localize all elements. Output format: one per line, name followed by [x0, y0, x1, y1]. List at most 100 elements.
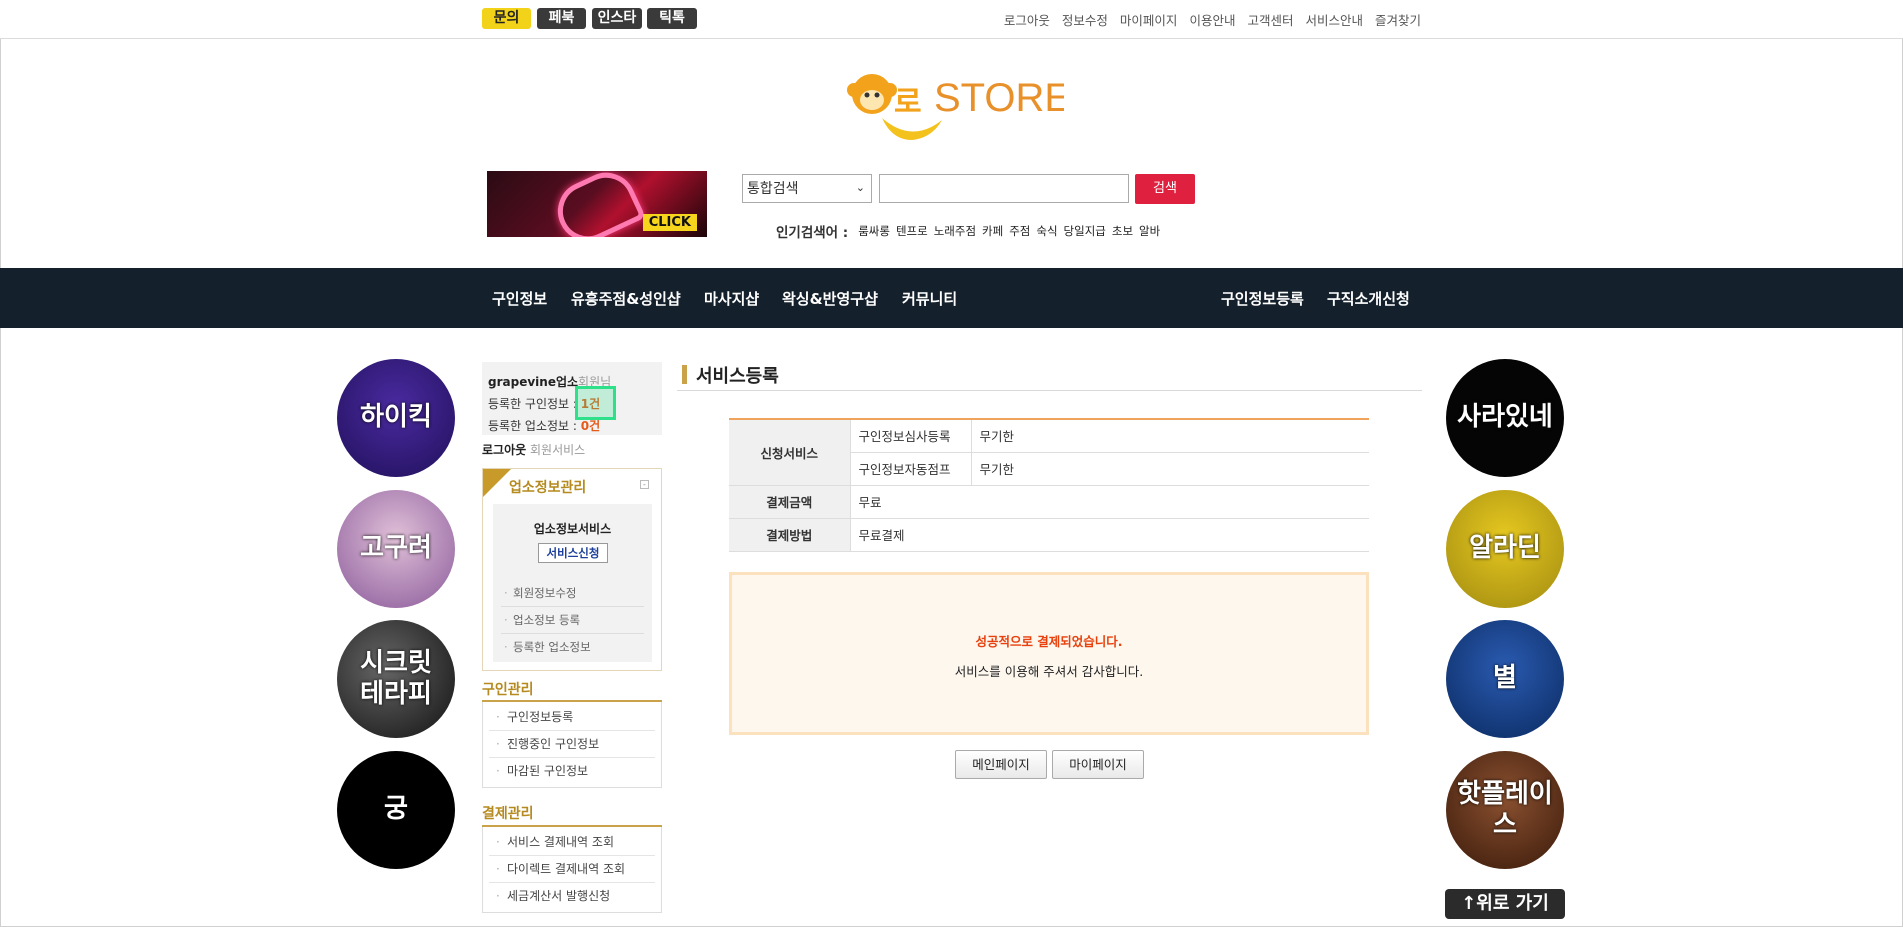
ad-circle-hotplace[interactable]: 핫플레이스 [1446, 751, 1564, 869]
nav-massage[interactable]: 마사지샵 [704, 288, 759, 309]
search-input[interactable] [879, 174, 1129, 203]
inquiry-button[interactable]: 문의 [482, 8, 531, 29]
guide-link[interactable]: 이용안내 [1189, 10, 1235, 29]
table-row: 결제방법 무료결제 [729, 518, 1369, 552]
method-label: 결제방법 [729, 518, 850, 552]
job-section-list: 구인정보등록 진행중인 구인정보 마감된 구인정보 [482, 702, 662, 788]
ad-circle-goguryeo[interactable]: 고구려 [337, 490, 455, 608]
biz-menu-item[interactable]: 업소정보 등록 [501, 607, 644, 634]
service-label: 신청서비스 [729, 419, 850, 486]
search-category-value: 통합검색 [747, 181, 799, 197]
biz-menu-item[interactable]: 회원정보수정 [501, 580, 644, 607]
ad-circle-hikick[interactable]: 하이킥 [337, 359, 455, 477]
my-page-button[interactable]: 마이페이지 [1052, 750, 1144, 779]
popular-keywords: 인기검색어 : 룸싸롱 텐프로 노래주점 카페 주점 숙식 당일지급 초보 알바 [776, 221, 1160, 241]
site-logo[interactable]: 로 STORE [842, 68, 1071, 144]
top-bar: 문의 페북 인스타 틱톡 로그아웃 정보수정 마이페이지 이용안내 고객센터 서… [0, 0, 1903, 39]
facebook-button[interactable]: 페북 [537, 8, 586, 29]
nav-register-job[interactable]: 구인정보등록 [1221, 288, 1304, 309]
bookmark-link[interactable]: 즐겨찾기 [1375, 10, 1421, 29]
corner-decoration [483, 469, 511, 497]
biz-menu-item[interactable]: 등록한 업소정보 [501, 634, 644, 661]
tiktok-button[interactable]: 틱톡 [647, 8, 697, 29]
service-name: 구인정보자동점프 [849, 452, 972, 486]
member-service-link[interactable]: 회원서비스 [530, 443, 585, 457]
biz-panel-title: 업소정보관리 [509, 480, 587, 496]
logout-link[interactable]: 로그아웃 [1004, 10, 1050, 29]
method-value: 무료결제 [849, 518, 1369, 552]
logo-text: STORE [934, 76, 1064, 120]
success-message: 성공적으로 결제되었습니다. [975, 634, 1123, 649]
chevron-down-icon: ⌄ [855, 181, 865, 194]
ad-circle-label: 사라있네 [1457, 402, 1553, 433]
nav-bars[interactable]: 유흥주점&성인샵 [571, 288, 681, 309]
member-name: grapevine업소 [488, 375, 579, 389]
service-apply-button[interactable]: 서비스신청 [538, 543, 608, 563]
mypage-link[interactable]: 마이페이지 [1120, 10, 1178, 29]
main-nav: 구인정보 유흥주점&성인샵 마사지샵 왁싱&반영구샵 커뮤니티 구인정보등록 구… [0, 268, 1903, 328]
biz-info-panel: 업소정보관리 - 업소정보서비스 서비스신청 회원정보수정 업소정보 등록 등록… [482, 468, 662, 671]
search-category-select[interactable]: 통합검색 ⌄ [742, 174, 872, 203]
table-row: 신청서비스 구인정보심사등록 무기한 [729, 419, 1369, 486]
service-period: 무기한 [971, 452, 1369, 486]
customer-center-link[interactable]: 고객센터 [1247, 10, 1293, 29]
keyword[interactable]: 노래주점 [934, 223, 976, 239]
result-message-box: 성공적으로 결제되었습니다. 서비스를 이용해 주셔서 감사합니다. [729, 572, 1369, 735]
main-page-button[interactable]: 메인페이지 [955, 750, 1047, 779]
thanks-message: 서비스를 이용해 주셔서 감사합니다. [954, 664, 1144, 679]
ad-circle-label: 하이킥 [360, 402, 432, 433]
jobs-label: 등록한 구인정보 : [488, 397, 577, 411]
service-period: 무기한 [971, 419, 1369, 453]
amount-value: 무료 [849, 485, 1369, 519]
job-menu-item[interactable]: 진행중인 구인정보 [489, 731, 655, 758]
highlight-box [575, 386, 616, 420]
biz-menu: 회원정보수정 업소정보 등록 등록한 업소정보 [501, 580, 644, 661]
nav-job-intro[interactable]: 구직소개신청 [1327, 288, 1410, 309]
job-section-title: 구인관리 [482, 682, 534, 698]
ad-circle-secret[interactable]: 시크릿 테라피 [337, 620, 455, 738]
click-label: CLICK [642, 214, 697, 231]
ad-circle-byeol[interactable]: 별 [1446, 620, 1564, 738]
ad-circle-aladdin[interactable]: 알라딘 [1446, 490, 1564, 608]
amount-label: 결제금액 [729, 485, 850, 519]
nav-jobs[interactable]: 구인정보 [492, 288, 547, 309]
ad-circle-label: 별 [1493, 663, 1517, 694]
ad-circle-sarainne[interactable]: 사라있네 [1446, 359, 1564, 477]
job-menu-item[interactable]: 마감된 구인정보 [489, 758, 655, 785]
service-name: 구인정보심사등록 [849, 419, 972, 453]
keyword[interactable]: 룸싸롱 [858, 223, 890, 239]
keyword[interactable]: 주점 [1009, 223, 1030, 239]
ad-circle-label: 시크릿 테라피 [360, 647, 432, 709]
popular-label: 인기검색어 : [776, 225, 849, 241]
job-menu-item[interactable]: 구인정보등록 [489, 704, 655, 731]
ad-circle-gung[interactable]: 궁 [337, 751, 455, 869]
ad-banner[interactable]: CLICK [487, 171, 707, 237]
search-button[interactable]: 검색 [1135, 174, 1195, 204]
pay-menu-item[interactable]: 서비스 결제내역 조회 [489, 829, 655, 856]
keyword[interactable]: 텐프로 [896, 223, 928, 239]
member-links: 로그아웃 회원서비스 [482, 441, 585, 458]
biz-panel-inner: 업소정보서비스 서비스신청 회원정보수정 업소정보 등록 등록한 업소정보 [493, 504, 652, 662]
nav-waxing[interactable]: 왁싱&반영구샵 [782, 288, 878, 309]
page-title: 서비스등록 [682, 362, 779, 388]
service-guide-link[interactable]: 서비스안내 [1305, 10, 1363, 29]
instagram-button[interactable]: 인스타 [592, 8, 642, 29]
ad-circle-label: 알라딘 [1469, 533, 1541, 564]
keyword[interactable]: 당일지급 [1064, 223, 1106, 239]
edit-info-link[interactable]: 정보수정 [1062, 10, 1108, 29]
keyword[interactable]: 초보 [1112, 223, 1133, 239]
logo-prefix: 로 [894, 85, 922, 120]
scroll-top-button[interactable]: ↑위로 가기 [1445, 889, 1565, 919]
collapse-icon[interactable]: - [640, 480, 649, 489]
table-row: 결제금액 무료 [729, 485, 1369, 519]
keyword[interactable]: 알바 [1139, 223, 1160, 239]
biz-label: 등록한 업소정보 : [488, 419, 577, 433]
nav-community[interactable]: 커뮤니티 [902, 288, 957, 309]
keyword[interactable]: 숙식 [1036, 223, 1057, 239]
neon-graphic [548, 171, 646, 237]
pay-menu-item[interactable]: 다이렉트 결제내역 조회 [489, 856, 655, 883]
keyword[interactable]: 카페 [982, 223, 1003, 239]
member-logout-link[interactable]: 로그아웃 [482, 443, 526, 457]
pay-menu-item[interactable]: 세금계산서 발행신청 [489, 883, 655, 910]
biz-count[interactable]: 0건 [581, 419, 600, 433]
